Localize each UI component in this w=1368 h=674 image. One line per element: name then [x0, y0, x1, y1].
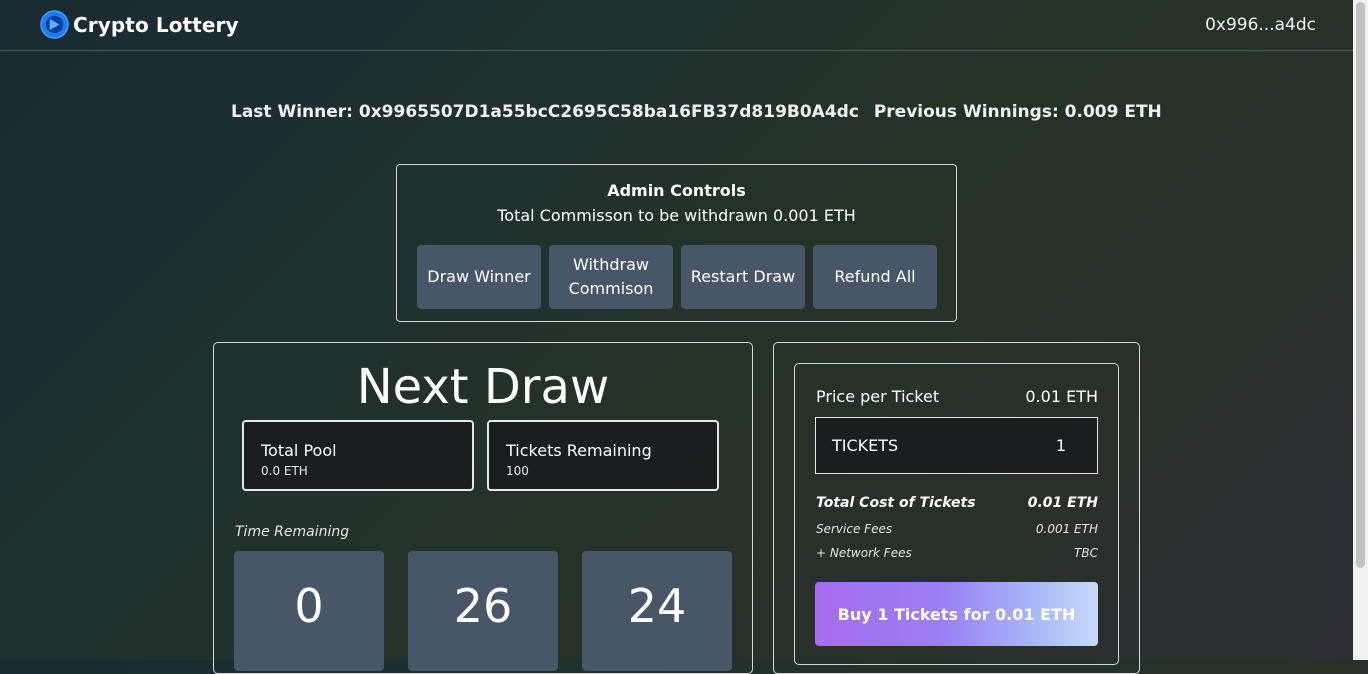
tickets-remaining-value: 100 [506, 464, 529, 478]
service-fees-row: Service Fees 0.001 ETH [816, 522, 1098, 536]
total-cost-label: Total Cost of Tickets [816, 495, 976, 511]
countdown-hours: 0 [234, 551, 384, 671]
countdown-minutes: 26 [408, 551, 558, 671]
restart-draw-button[interactable]: Restart Draw [681, 245, 805, 309]
service-fees-value: 0.001 ETH [1035, 522, 1098, 536]
commission-text: Total Commisson to be withdrawn 0.001 ET… [497, 206, 856, 225]
admin-controls-title: Admin Controls [607, 181, 746, 200]
tickets-remaining-card: Tickets Remaining 100 [487, 420, 719, 491]
withdraw-commission-button[interactable]: Withdraw Commison [549, 245, 673, 309]
brand[interactable]: Crypto Lottery [40, 10, 239, 39]
total-pool-card: Total Pool 0.0 ETH [242, 420, 474, 491]
tickets-remaining-label: Tickets Remaining [506, 441, 652, 460]
total-pool-value: 0.0 ETH [261, 464, 308, 478]
price-label: Price per Ticket [816, 387, 940, 406]
wallet-address[interactable]: 0x996...a4dc [1205, 15, 1316, 35]
app-title: Crypto Lottery [73, 12, 239, 37]
time-remaining-label: Time Remaining [235, 524, 350, 540]
tickets-quantity-value[interactable]: 1 [1056, 436, 1066, 455]
next-draw-title: Next Draw [356, 359, 610, 415]
last-winner-banner: Last Winner: 0x9965507D1a55bcC2695C58ba1… [231, 102, 1162, 122]
total-cost-row: Total Cost of Tickets 0.01 ETH [816, 495, 1098, 511]
page-scrollbar[interactable] [1353, 0, 1368, 660]
draw-winner-button[interactable]: Draw Winner [417, 245, 541, 309]
total-cost-value: 0.01 ETH [1027, 495, 1098, 511]
buy-tickets-panel: Price per Ticket 0.01 ETH TICKETS 1 Tota… [773, 342, 1140, 674]
previous-winnings-text: Previous Winnings: 0.009 ETH [873, 102, 1162, 122]
next-draw-panel: Next Draw Total Pool 0.0 ETH Tickets Rem… [213, 342, 753, 674]
network-fees-label: + Network Fees [816, 546, 912, 560]
price-row: Price per Ticket 0.01 ETH [816, 387, 1098, 406]
countdown-seconds: 24 [582, 551, 732, 671]
admin-button-row: Draw Winner Withdraw Commison Restart Dr… [417, 245, 937, 309]
network-fees-row: + Network Fees TBC [816, 546, 1098, 560]
buy-tickets-button[interactable]: Buy 1 Tickets for 0.01 ETH [815, 582, 1098, 646]
price-value: 0.01 ETH [1025, 387, 1098, 406]
total-pool-label: Total Pool [261, 441, 337, 460]
buy-tickets-card: Price per Ticket 0.01 ETH TICKETS 1 Tota… [794, 363, 1119, 665]
scrollbar-thumb[interactable] [1356, 2, 1365, 568]
service-fees-label: Service Fees [816, 522, 893, 536]
top-navbar: Crypto Lottery 0x996...a4dc [0, 0, 1353, 51]
last-winner-text: Last Winner: 0x9965507D1a55bcC2695C58ba1… [231, 102, 859, 122]
refund-all-button[interactable]: Refund All [813, 245, 937, 309]
admin-controls-panel: Admin Controls Total Commisson to be wit… [396, 164, 957, 322]
network-fees-value: TBC [1074, 546, 1098, 560]
tickets-label: TICKETS [832, 436, 899, 455]
crypto-logo-icon [40, 10, 69, 39]
ticket-quantity-input[interactable]: TICKETS 1 [815, 417, 1098, 474]
